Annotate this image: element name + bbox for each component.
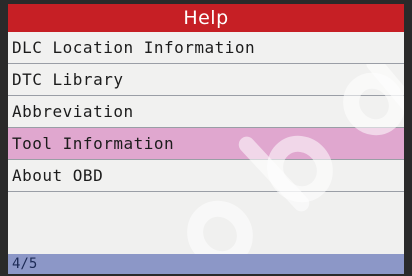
help-menu: DLC Location Information DTC Library Abb… bbox=[8, 32, 404, 192]
title-bar: Help bbox=[8, 4, 404, 32]
menu-item-label: DTC Library bbox=[12, 70, 124, 89]
menu-item-dtc-library[interactable]: DTC Library bbox=[8, 64, 404, 96]
menu-item-label: DLC Location Information bbox=[12, 38, 256, 57]
menu-item-dlc-location-information[interactable]: DLC Location Information bbox=[8, 32, 404, 64]
page-indicator: 4/5 bbox=[12, 256, 38, 272]
menu-item-about-obd[interactable]: About OBD bbox=[8, 160, 404, 192]
device-screen: Help DLC Location Information DTC Librar… bbox=[8, 4, 404, 274]
menu-item-label: Tool Information bbox=[12, 134, 175, 153]
menu-item-label: Abbreviation bbox=[12, 102, 134, 121]
menu-item-tool-information[interactable]: Tool Information bbox=[8, 128, 404, 160]
menu-item-abbreviation[interactable]: Abbreviation bbox=[8, 96, 404, 128]
page-title: Help bbox=[183, 7, 229, 29]
status-bar: 4/5 bbox=[8, 254, 404, 274]
menu-item-label: About OBD bbox=[12, 166, 104, 185]
